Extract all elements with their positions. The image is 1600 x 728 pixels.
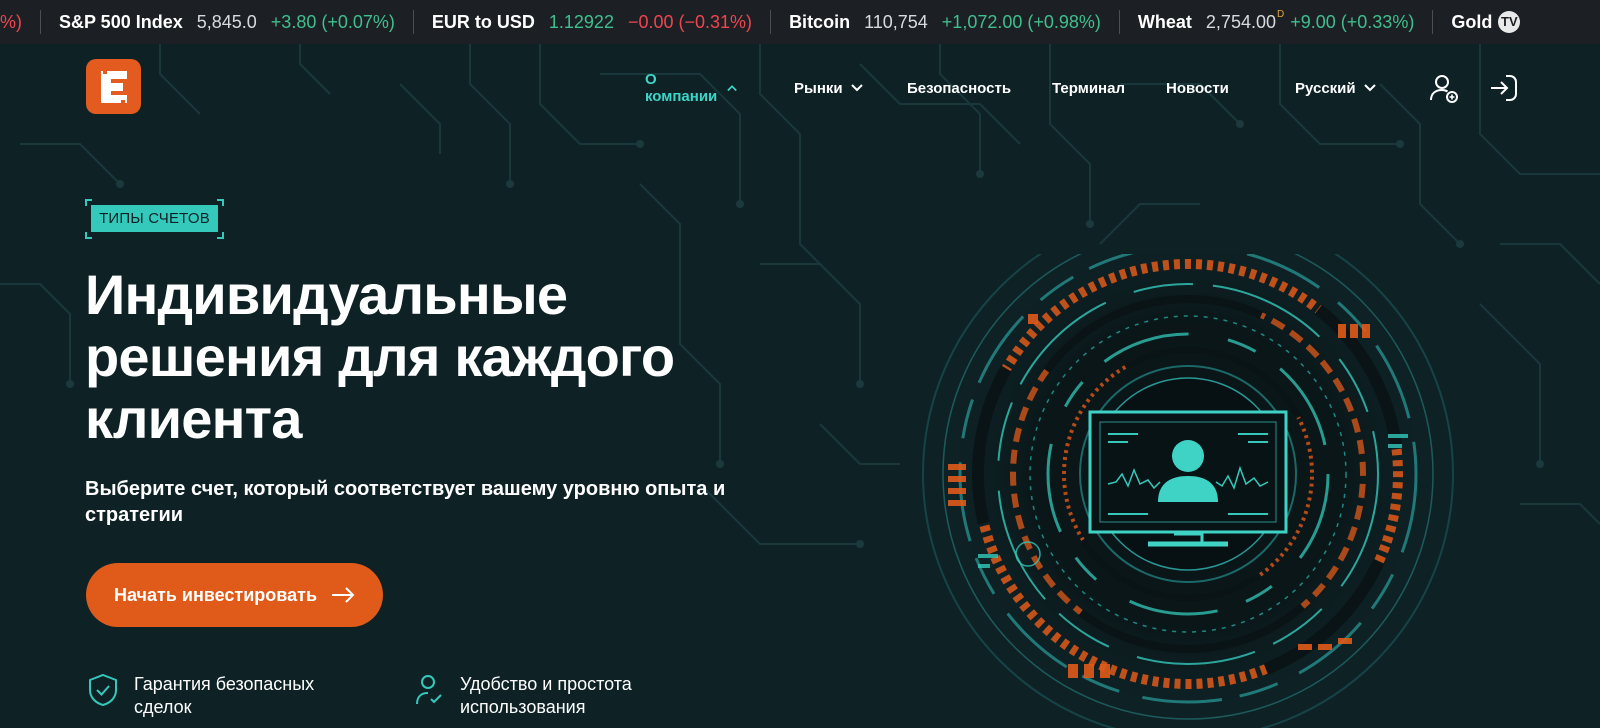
ticker-delay-flag: D xyxy=(1277,8,1285,20)
arrow-right-icon xyxy=(332,587,355,603)
user-check-icon xyxy=(416,675,442,705)
start-investing-button[interactable]: Начать инвестировать xyxy=(86,563,383,627)
login-button[interactable] xyxy=(1488,72,1520,104)
E-logo-icon xyxy=(100,68,127,105)
account-types-badge: ТИПЫ СЧЕТОВ xyxy=(85,199,224,239)
register-button[interactable] xyxy=(1428,72,1460,104)
hero-subtitle: Выберите счет, который соответствует ваш… xyxy=(85,478,726,526)
nav-item-security[interactable]: Безопасность xyxy=(907,76,1011,100)
nav-item-label: Терминал xyxy=(1052,79,1125,97)
ticker-track: %) S&P 500 Index 5,845.0 +3.80 (+0.07%) … xyxy=(0,0,1538,44)
ticker-fragment: %) xyxy=(0,11,22,32)
ticker-item-eurusd[interactable]: EUR to USD 1.12922 −0.00 (−0.31%) xyxy=(414,0,770,44)
ticker-change: −0.00 (−0.31%) xyxy=(627,11,753,32)
brand-logo[interactable] xyxy=(86,59,141,114)
ticker-price: 1.12922 xyxy=(548,11,614,32)
badge-corner xyxy=(217,232,224,239)
ticker-item-bitcoin[interactable]: Bitcoin 110,754 +1,072.00 (+0.98%) xyxy=(771,0,1119,44)
ticker-change: +3.80 (+0.07%) xyxy=(270,11,395,32)
nav-item-about[interactable]: О компании xyxy=(645,71,738,105)
tradingview-badge-icon: TV xyxy=(1498,11,1521,33)
nav-item-label: О компании xyxy=(645,71,718,105)
cta-label: Начать инвестировать xyxy=(113,584,318,605)
ticker-change: +1,072.00 (+0.98%) xyxy=(941,11,1101,32)
ticker-name: EUR to USD xyxy=(431,11,535,32)
ticker-item-gold[interactable]: Gold TV xyxy=(1433,0,1538,44)
register-user-icon xyxy=(1430,75,1458,103)
language-selector[interactable]: Русский xyxy=(1295,76,1376,100)
chevron-down-icon xyxy=(850,84,863,92)
nav-item-label: Безопасность xyxy=(907,79,1012,97)
market-ticker: %) S&P 500 Index 5,845.0 +3.80 (+0.07%) … xyxy=(0,0,1600,44)
ticker-item-sp500[interactable]: S&P 500 Index 5,845.0 +3.80 (+0.07%) xyxy=(41,0,413,44)
login-arrow-icon xyxy=(1491,75,1517,101)
shield-check-icon xyxy=(89,673,117,707)
hud-illustration xyxy=(918,254,1458,728)
nav-item-label: Рынки xyxy=(794,79,843,97)
badge-corner xyxy=(217,199,224,206)
badge-label: ТИПЫ СЧЕТОВ xyxy=(91,205,218,232)
ticker-item-wheat[interactable]: Wheat 2,754.00 D +9.00 (+0.33%) xyxy=(1120,0,1432,44)
feature-safe-deals: Гарантия безопасных сделок xyxy=(88,673,354,719)
chevron-up-icon xyxy=(727,85,738,92)
ticker-change: +9.00 (+0.33%) xyxy=(1290,11,1415,32)
chevron-down-icon xyxy=(1363,84,1376,92)
nav-item-markets[interactable]: Рынки xyxy=(794,76,863,100)
badge-corner xyxy=(85,232,92,239)
ticker-name: S&P 500 Index xyxy=(59,11,183,32)
ticker-name: Gold xyxy=(1451,11,1493,32)
language-label: Русский xyxy=(1295,79,1356,97)
hero-title-line: решения для каждого xyxy=(85,325,675,388)
hero-title-line: клиента xyxy=(85,387,302,450)
nav-item-terminal[interactable]: Терминал xyxy=(1052,76,1125,100)
ticker-name: Wheat xyxy=(1137,11,1192,32)
ticker-price: 2,754.00 xyxy=(1205,11,1276,32)
hero-title-line: Индивидуальные xyxy=(85,263,568,326)
feature-ease-of-use: Удобство и простота использования xyxy=(414,673,680,719)
ticker-name: Bitcoin xyxy=(789,11,851,32)
ticker-price: 110,754 xyxy=(864,11,928,32)
feature-label: Гарантия безопасных сделок xyxy=(134,674,315,717)
nav-item-label: Новости xyxy=(1166,79,1229,97)
feature-label: Удобство и простота использования xyxy=(460,674,632,717)
ticker-price: 5,845.0 xyxy=(196,11,257,32)
hero-title: Индивидуальные решения для каждого клиен… xyxy=(85,264,785,450)
nav-item-news[interactable]: Новости xyxy=(1166,76,1229,100)
